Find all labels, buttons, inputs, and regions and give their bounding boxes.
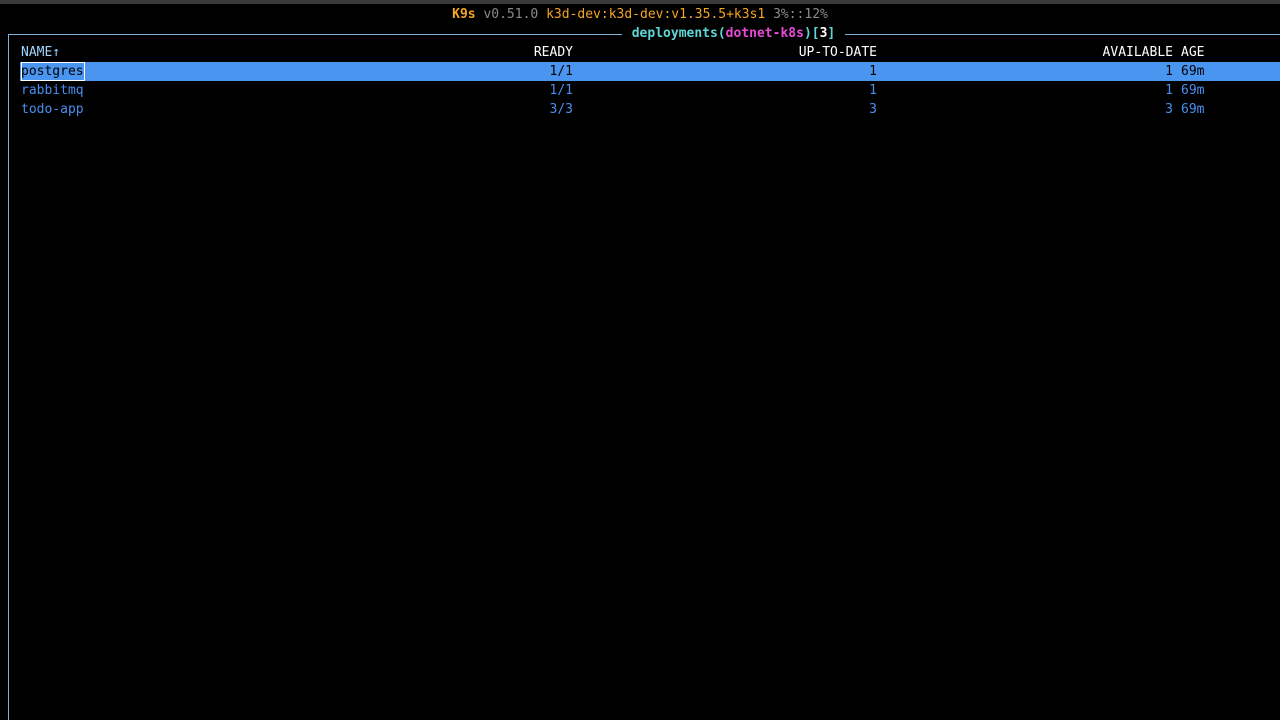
frame-border-top-right (845, 34, 1280, 35)
app-name: K9s (452, 7, 476, 22)
deployment-age: 69m (1181, 83, 1205, 98)
table-row[interactable]: todo-app 3/3 3 3 69m (21, 100, 1280, 119)
deployment-ready: 1/1 (549, 83, 573, 98)
frame-border-left (8, 34, 9, 720)
table-row[interactable]: postgres 1/1 1 1 69m (20, 62, 1280, 81)
view-title: deployments(dotnet-k8s)[3] (622, 24, 845, 43)
deployment-age: 69m (1181, 102, 1205, 117)
column-header-name[interactable]: NAME↑ (21, 43, 321, 62)
deployments-table: NAME↑ READY UP-TO-DATE AVAILABLE AGE pos… (20, 43, 1280, 119)
cluster-info-header: K9s v0.51.0 k3d-dev:k3d-dev:v1.35.5+k3s1… (0, 5, 1280, 24)
deployment-up-to-date: 3 (869, 102, 877, 117)
view-namespace: dotnet-k8s (725, 26, 804, 41)
view-resource-type: deployments (631, 26, 718, 41)
view-close-paren: ) (803, 26, 812, 41)
frame-border-top-left (8, 34, 622, 35)
deployment-name: rabbitmq (21, 83, 84, 98)
terminal-top-strip (0, 0, 1280, 4)
deployment-up-to-date: 1 (869, 83, 877, 98)
table-header-row: NAME↑ READY UP-TO-DATE AVAILABLE AGE (21, 43, 1280, 62)
deployment-available: 3 (1165, 102, 1173, 117)
column-header-age[interactable]: AGE (1181, 43, 1241, 62)
deployment-name: postgres (21, 62, 85, 81)
column-header-available[interactable]: AVAILABLE (1021, 43, 1173, 62)
column-header-ready[interactable]: READY (421, 43, 573, 62)
view-open-bracket: [ (811, 26, 820, 41)
deployment-up-to-date: 1 (869, 64, 877, 79)
column-header-up-to-date[interactable]: UP-TO-DATE (701, 43, 877, 62)
view-open-paren: ( (717, 26, 726, 41)
resource-usage: 3%::12% (773, 7, 828, 22)
table-row[interactable]: rabbitmq 1/1 1 1 69m (21, 81, 1280, 100)
deployment-name: todo-app (21, 102, 84, 117)
k9s-terminal: K9s v0.51.0 k3d-dev:k3d-dev:v1.35.5+k3s1… (0, 0, 1280, 720)
deployment-available: 1 (1165, 83, 1173, 98)
app-version: v0.51.0 (483, 7, 539, 22)
view-close-bracket: ] (827, 26, 836, 41)
deployment-ready: 1/1 (549, 64, 573, 79)
deployment-ready: 3/3 (549, 102, 573, 117)
cluster-context: k3d-dev:k3d-dev:v1.35.5+k3s1 (546, 7, 766, 22)
deployment-age: 69m (1181, 64, 1205, 79)
deployment-available: 1 (1165, 64, 1173, 79)
